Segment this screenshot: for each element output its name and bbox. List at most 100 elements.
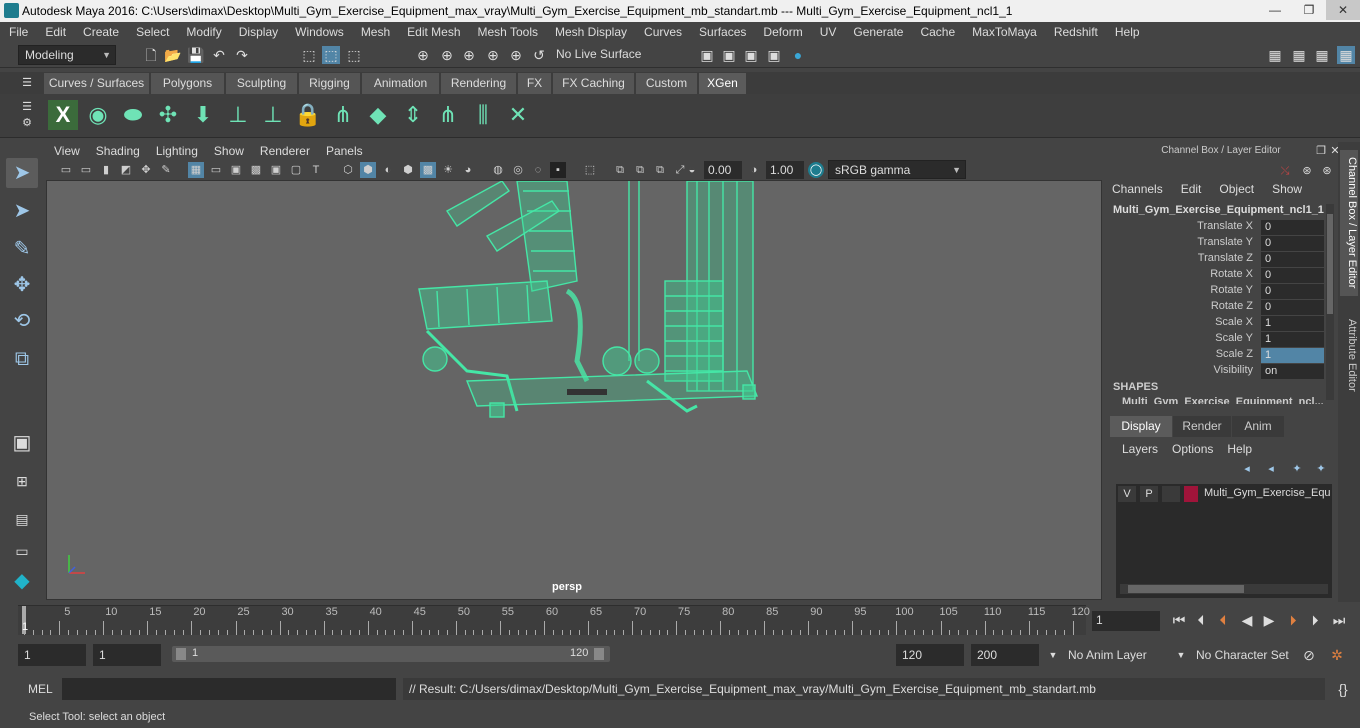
snap-grid-icon[interactable]: ⊕: [414, 46, 432, 64]
vp-menu-renderer[interactable]: Renderer: [252, 144, 318, 158]
resolution-gate-icon[interactable]: ▣: [228, 162, 244, 178]
single-perspective-layout-icon[interactable]: ▣: [6, 428, 38, 458]
xray-icon[interactable]: ⬚: [582, 162, 598, 178]
menu-edit[interactable]: Edit: [36, 25, 74, 39]
translate-x-field[interactable]: 0: [1261, 220, 1324, 235]
new-layer-icon[interactable]: ✦: [1288, 460, 1306, 478]
rotate-z-field[interactable]: 0: [1261, 300, 1324, 315]
vp-menu-view[interactable]: View: [46, 144, 88, 158]
tab-attribute-editor[interactable]: Attribute Editor: [1340, 310, 1358, 400]
undo-icon[interactable]: ↶: [210, 46, 228, 64]
shelf-tab-rigging[interactable]: Rigging: [299, 73, 361, 94]
move-tool-icon[interactable]: ✥: [6, 270, 38, 300]
vp-menu-panels[interactable]: Panels: [318, 144, 371, 158]
visibility-field[interactable]: on: [1261, 364, 1324, 379]
translate-z-field[interactable]: 0: [1261, 252, 1324, 267]
layer-name[interactable]: Multi_Gym_Exercise_Equ: [1204, 487, 1331, 499]
select-object-icon[interactable]: ⬚: [322, 46, 340, 64]
smooth-shade-icon[interactable]: ⬢: [360, 162, 376, 178]
animation-end-field[interactable]: 200: [971, 644, 1039, 666]
ipr-render-icon[interactable]: ▣: [742, 46, 760, 64]
maximize-button[interactable]: ❐: [1292, 0, 1326, 20]
wireframe-on-shaded-icon[interactable]: ◐: [380, 162, 396, 178]
layer-menu-help[interactable]: Help: [1227, 442, 1252, 456]
backface-icon[interactable]: ⧉: [652, 162, 668, 178]
screen-space-ao-icon[interactable]: ◕: [460, 162, 476, 178]
go-to-end-icon[interactable]: ⏭: [1330, 611, 1348, 629]
exposure-field[interactable]: 0.00: [704, 161, 742, 179]
layer-tab-render[interactable]: Render: [1173, 416, 1231, 437]
select-tool-icon[interactable]: ➤: [6, 158, 38, 188]
step-back-frame-icon[interactable]: ⏴: [1192, 611, 1210, 629]
xgen-lock-guide-icon[interactable]: 🔒: [293, 100, 323, 130]
scale-y-field[interactable]: 1: [1261, 332, 1324, 347]
rotate-tool-icon[interactable]: ⟲: [6, 306, 38, 336]
cb-menu-edit[interactable]: Edit: [1181, 182, 1202, 196]
menu-mesh-tools[interactable]: Mesh Tools: [469, 25, 546, 39]
rotate-x-field[interactable]: 0: [1261, 268, 1324, 283]
camera-attributes-icon[interactable]: ▭: [78, 162, 94, 178]
menu-mesh-display[interactable]: Mesh Display: [546, 25, 635, 39]
range-end-handle[interactable]: [594, 648, 604, 660]
tab-channel-box-layer-editor[interactable]: Channel Box / Layer Editor: [1340, 150, 1358, 296]
playback-start-field[interactable]: 1: [93, 644, 161, 666]
auto-key-icon[interactable]: ⊘: [1300, 646, 1318, 664]
wireframe-icon[interactable]: ⬡: [340, 162, 356, 178]
xgen-clear-preview-icon[interactable]: ⬬: [118, 100, 148, 130]
select-component-icon[interactable]: ⬚: [345, 46, 363, 64]
textured-icon[interactable]: ⬢: [400, 162, 416, 178]
layer-menu-options[interactable]: Options: [1172, 442, 1213, 456]
shelf-tab-sculpting[interactable]: Sculpting: [226, 73, 298, 94]
xgen-delete-guide-icon[interactable]: ✕: [503, 100, 533, 130]
xray-components-icon[interactable]: ⧉: [632, 162, 648, 178]
minimize-button[interactable]: —: [1258, 0, 1292, 20]
menu-display[interactable]: Display: [230, 25, 286, 39]
range-slider[interactable]: 1 120: [172, 646, 610, 662]
menu-mesh[interactable]: Mesh: [352, 25, 398, 39]
animation-prefs-icon[interactable]: ✲: [1328, 646, 1346, 664]
bookmark-icon[interactable]: ▮: [98, 162, 114, 178]
save-scene-icon[interactable]: 💾: [187, 46, 205, 64]
layer-visibility-toggle[interactable]: V: [1118, 486, 1136, 502]
xgen-preview-eye-icon[interactable]: ◉: [83, 100, 113, 130]
menu-help[interactable]: Help: [1106, 25, 1148, 39]
xray-joints-icon[interactable]: ⧉: [612, 162, 628, 178]
scale-z-field[interactable]: 1: [1261, 348, 1324, 363]
vp-menu-show[interactable]: Show: [206, 144, 252, 158]
xgen-bend-guide-icon[interactable]: ⋔: [433, 100, 463, 130]
xgen-editor-icon[interactable]: X: [48, 100, 78, 130]
multisample-aa-icon[interactable]: ◎: [510, 162, 526, 178]
sync-icon[interactable]: ⊛: [1318, 162, 1336, 180]
lasso-tool-icon[interactable]: ➤: [6, 196, 38, 226]
workspace-icon[interactable]: ▦: [1266, 46, 1284, 64]
render-current-icon[interactable]: ▣: [720, 46, 738, 64]
xgen-add-guide-icon[interactable]: ⊥: [223, 100, 253, 130]
play-backwards-icon[interactable]: ◀: [1238, 611, 1256, 629]
script-language-toggle[interactable]: MEL: [28, 682, 53, 696]
rotate-y-field[interactable]: 0: [1261, 284, 1324, 299]
menu-surfaces[interactable]: Surfaces: [690, 25, 754, 39]
safe-title-icon[interactable]: T: [308, 162, 324, 178]
time-slider[interactable]: 5 10 15 20 25 30 35 40 45 50 55 60 65 70 75 80 85 90 95 100…: [18, 605, 1090, 635]
shelf-tab-fx-caching[interactable]: FX Caching: [553, 73, 635, 94]
xgen-place-guide-icon[interactable]: ⬇: [188, 100, 218, 130]
cb-menu-channels[interactable]: Channels: [1112, 182, 1163, 196]
command-input[interactable]: [62, 678, 396, 700]
layout-toggle-icon[interactable]: ▭: [6, 536, 38, 566]
shadows-icon[interactable]: ☀: [440, 162, 456, 178]
step-forward-key-icon[interactable]: ⏵: [1284, 611, 1302, 629]
render-settings-icon[interactable]: ▣: [765, 46, 783, 64]
menu-deform[interactable]: Deform: [754, 25, 810, 39]
anim-layer-arrow-icon[interactable]: ▼: [1044, 646, 1062, 664]
snap-curve-icon[interactable]: ⊕: [438, 46, 456, 64]
menu-redshift[interactable]: Redshift: [1045, 25, 1106, 39]
menu-edit-mesh[interactable]: Edit Mesh: [398, 25, 468, 39]
new-layer-from-selection-icon[interactable]: ✦: [1312, 460, 1330, 478]
range-start-handle[interactable]: [176, 648, 186, 660]
grid-toggle-icon[interactable]: ▦: [188, 162, 204, 178]
menu-cache[interactable]: Cache: [911, 25, 963, 39]
film-gate-icon[interactable]: ▭: [208, 162, 224, 178]
vp-menu-lighting[interactable]: Lighting: [148, 144, 206, 158]
xgen-sculpt-guide-icon[interactable]: ⋔: [328, 100, 358, 130]
shelf-tab-fx[interactable]: FX: [518, 73, 552, 94]
